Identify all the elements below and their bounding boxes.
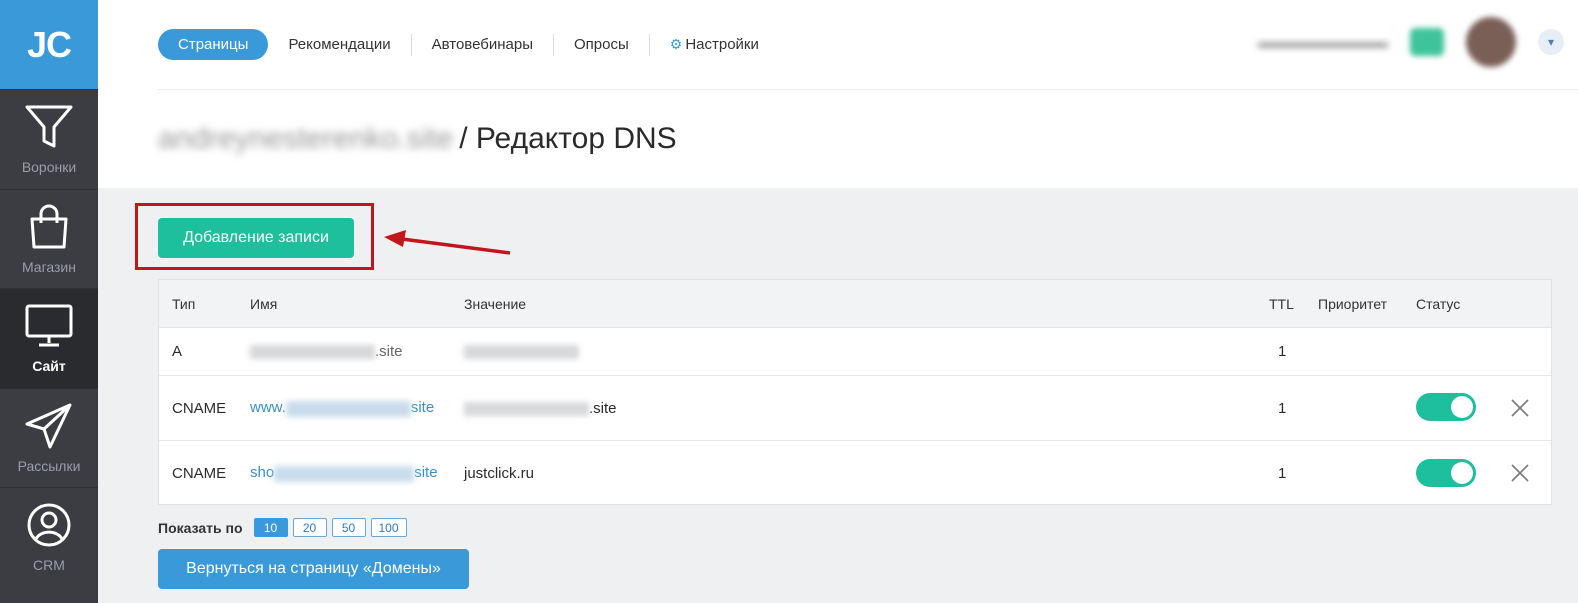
annotation-arrow bbox=[384, 230, 511, 255]
tab-autowebinars[interactable]: Автовебинары bbox=[412, 29, 553, 60]
blurred-badge bbox=[1410, 28, 1444, 56]
account-area: ▬▬▬▬▬▬▬▬▬▬ ▾ bbox=[1258, 17, 1564, 67]
sidebar-item-label: Рассылки bbox=[17, 457, 81, 474]
monitor-icon bbox=[25, 304, 73, 347]
sidebar-item-label: Воронки bbox=[21, 159, 77, 176]
record-value: justclick.ru bbox=[464, 464, 535, 482]
sidebar-item-shop[interactable]: Магазин bbox=[0, 188, 98, 289]
page-title: andreynesterenko.site / Редактор DNS bbox=[158, 122, 677, 156]
column-status: Статус bbox=[1416, 295, 1461, 312]
tab-recommendations[interactable]: Рекомендации bbox=[268, 29, 410, 60]
table-row: A .site 1 bbox=[159, 328, 1551, 376]
tab-pages[interactable]: Страницы bbox=[158, 29, 269, 60]
tab-settings[interactable]: ⚙ Настройки bbox=[650, 29, 779, 60]
column-type: Тип bbox=[172, 295, 196, 312]
record-type: CNAME bbox=[172, 464, 227, 482]
record-ttl: 1 bbox=[1278, 464, 1287, 482]
sidebar-item-mailings[interactable]: Рассылки bbox=[0, 387, 98, 488]
record-value: .site bbox=[464, 400, 617, 417]
page-size-label: Показать по bbox=[158, 519, 243, 536]
domain-name-blurred: andreynesterenko.site bbox=[158, 122, 454, 155]
user-circle-icon bbox=[27, 503, 71, 547]
record-type: A bbox=[172, 343, 183, 360]
sidebar: JC Воронки Магазин Сайт Рассылки CRM bbox=[0, 0, 98, 603]
top-nav: Страницы Рекомендации Автовебинары Опрос… bbox=[158, 29, 779, 60]
sidebar-item-label: Магазин bbox=[21, 258, 76, 275]
record-type: CNAME bbox=[172, 399, 227, 417]
column-priority: Приоритет bbox=[1318, 295, 1388, 312]
record-name: .site bbox=[250, 343, 403, 360]
bag-icon bbox=[30, 204, 68, 249]
back-to-domains-button[interactable]: Вернуться на страницу «Домены» bbox=[158, 549, 469, 589]
close-icon[interactable] bbox=[1509, 462, 1531, 484]
page-size-selector: Показать по 10 20 50 100 bbox=[158, 518, 407, 537]
sidebar-item-label: CRM bbox=[33, 557, 65, 574]
blurred-account-info: ▬▬▬▬▬▬▬▬▬▬ bbox=[1258, 34, 1388, 50]
sidebar-item-funnels[interactable]: Воронки bbox=[0, 89, 98, 189]
table-header: Тип Имя Значение TTL Приоритет Статус bbox=[159, 280, 1551, 328]
close-icon[interactable] bbox=[1509, 397, 1531, 419]
tab-settings-label: Настройки bbox=[685, 36, 759, 53]
sidebar-item-site[interactable]: Сайт bbox=[0, 288, 98, 388]
top-panel: Страницы Рекомендации Автовебинары Опрос… bbox=[98, 0, 1578, 188]
funnel-icon bbox=[25, 105, 73, 148]
status-toggle[interactable] bbox=[1416, 459, 1476, 487]
page-title-text: / Редактор DNS bbox=[459, 122, 677, 155]
avatar[interactable] bbox=[1466, 17, 1516, 67]
record-ttl: 1 bbox=[1278, 399, 1287, 417]
record-ttl: 1 bbox=[1278, 343, 1287, 360]
paper-plane-icon bbox=[25, 403, 72, 449]
sidebar-item-label: Сайт bbox=[32, 358, 66, 375]
page-size-50[interactable]: 50 bbox=[331, 518, 366, 537]
chevron-down-icon[interactable]: ▾ bbox=[1538, 29, 1564, 55]
record-value bbox=[464, 343, 579, 360]
table-row: CNAME www. site .site 1 bbox=[159, 376, 1551, 441]
logo[interactable]: JC bbox=[0, 0, 98, 89]
add-record-button[interactable]: Добавление записи bbox=[158, 218, 354, 258]
column-ttl: TTL bbox=[1269, 295, 1294, 312]
gear-icon: ⚙ bbox=[669, 36, 683, 52]
record-name-link[interactable]: sho site bbox=[250, 464, 438, 482]
header-divider bbox=[158, 89, 1578, 90]
page-size-100[interactable]: 100 bbox=[370, 518, 407, 537]
dns-table: Тип Имя Значение TTL Приоритет Статус A … bbox=[158, 279, 1552, 505]
sidebar-item-crm[interactable]: CRM bbox=[0, 487, 98, 587]
tab-polls[interactable]: Опросы bbox=[554, 29, 649, 60]
table-row: CNAME sho site justclick.ru 1 bbox=[159, 441, 1551, 505]
page-size-20[interactable]: 20 bbox=[292, 518, 327, 537]
column-value: Значение bbox=[464, 295, 527, 312]
record-name-link[interactable]: www. site bbox=[250, 399, 434, 417]
page-size-10[interactable]: 10 bbox=[253, 518, 288, 537]
column-name: Имя bbox=[250, 295, 278, 312]
status-toggle[interactable] bbox=[1416, 393, 1476, 421]
